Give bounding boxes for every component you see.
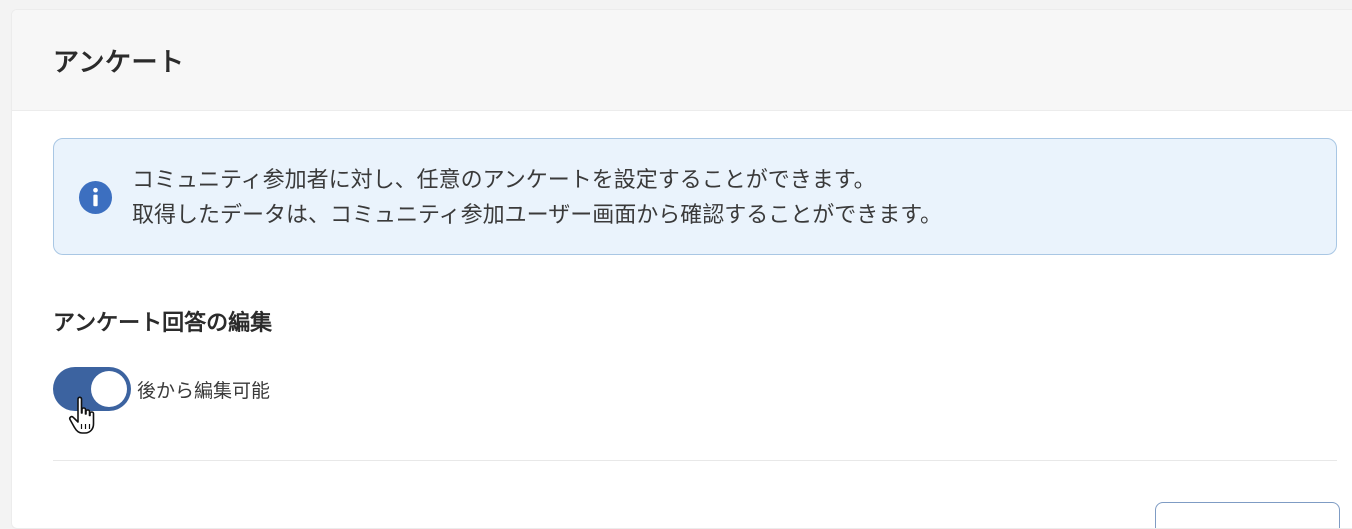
toggle-label: 後から編集可能	[137, 380, 271, 402]
hand-pointer-icon	[68, 396, 95, 434]
card-header: アンケート	[12, 10, 1352, 111]
info-text: コミュニティ参加者に対し、任意のアンケートを設定することができます。 取得したデ…	[132, 163, 942, 233]
info-notice: コミュニティ参加者に対し、任意のアンケートを設定することができます。 取得したデ…	[53, 138, 1337, 255]
action-button[interactable]	[1155, 502, 1340, 528]
info-line-1: コミュニティ参加者に対し、任意のアンケートを設定することができます。	[132, 168, 876, 193]
info-icon	[78, 180, 113, 215]
info-line-2: 取得したデータは、コミュニティ参加ユーザー画面から確認することができます。	[132, 203, 943, 228]
page-title: アンケート	[53, 48, 185, 78]
section-title-answer-edit: アンケート回答の編集	[53, 311, 273, 336]
section-divider	[53, 460, 1337, 461]
survey-settings-card: アンケート コミュニティ参加者に対し、任意のアンケートを設定することができます。…	[11, 9, 1352, 529]
